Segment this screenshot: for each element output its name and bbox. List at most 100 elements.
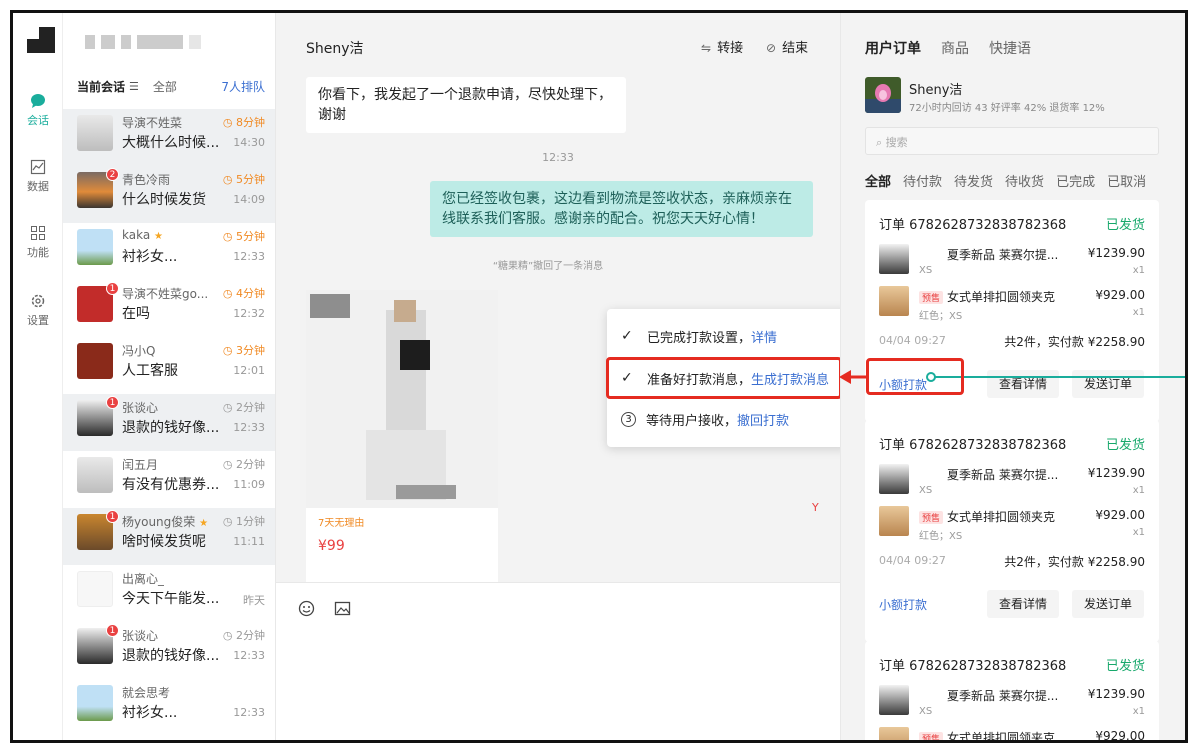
product-sku: XS (919, 265, 933, 276)
revoke-payment-link[interactable]: 撤回打款 (737, 410, 789, 429)
filter-all[interactable]: 全部 (865, 171, 891, 190)
transfer-icon: ⇋ (701, 41, 712, 55)
gear-icon (31, 294, 45, 308)
view-details-button[interactable]: 查看详情 (987, 370, 1059, 398)
nav-label: 会话 (27, 114, 49, 127)
nav-label: 数据 (27, 180, 49, 193)
conversation-item[interactable]: kaka ★ ◷ 5分钟 衬衫女... 12:33 (63, 223, 275, 280)
order-total: 共2件，实付款 ¥2258.90 (1004, 335, 1145, 349)
panel-tabs: 用户订单 商品 快捷语 (865, 38, 1031, 58)
app-logo (27, 27, 55, 53)
small-payment-button[interactable]: 小额打款 (879, 596, 927, 613)
order-line-item: 夏季新品 莱赛尔提... XS ¥1239.90 x1 (879, 464, 1145, 504)
conversation-item[interactable]: 2 青色冷雨 ◷ 5分钟 什么时候发货 14:09 (63, 166, 275, 223)
message-time: 12:33 (233, 706, 265, 719)
presale-tag: 预售 (919, 511, 944, 524)
nav-item-data[interactable]: 数据 (13, 159, 63, 194)
avatar (77, 571, 113, 607)
tab-user-orders[interactable]: 用户订单 (865, 38, 921, 58)
conversation-item[interactable]: 闰五月 ◷ 2分钟 有没有优惠券... 11:09 (63, 451, 275, 508)
nav-item-functions[interactable]: 功能 (13, 225, 63, 260)
details-link[interactable]: 详情 (751, 327, 777, 346)
conversation-item[interactable]: 就会思考 衬衫女... 12:33 (63, 679, 275, 736)
order-search-input[interactable]: ⌕ 搜索 (865, 127, 1159, 155)
chat-input-area[interactable] (276, 582, 840, 740)
queue-link[interactable]: 7人排队 (221, 78, 265, 95)
product-card[interactable]: 7天无理由 ¥99 (306, 290, 498, 582)
tab-quick-replies[interactable]: 快捷语 (989, 38, 1031, 58)
avatar (77, 229, 113, 265)
product-qty: x1 (1132, 265, 1145, 276)
filter-pending-shipment[interactable]: 待发货 (954, 171, 993, 190)
filter-pending-receipt[interactable]: 待收货 (1005, 171, 1044, 190)
order-line-item: 预售 女式单排扣圆领夹克 红色；XS ¥929.00 x1 (879, 506, 1145, 546)
conversation-item[interactable]: 出离心_ 今天下午能发... 昨天 (63, 565, 275, 622)
filter-cancelled[interactable]: 已取消 (1107, 171, 1146, 190)
conversation-item[interactable]: 1 杨young俊荣 ★ ◷ 1分钟 啥时候发货呢 11:11 (63, 508, 275, 565)
last-message: 衬衫女... (122, 249, 178, 265)
search-icon: ⌕ (876, 136, 886, 149)
unread-badge: 2 (106, 168, 119, 181)
emoji-icon[interactable] (298, 600, 315, 617)
wait-time-text: 5分钟 (236, 173, 265, 186)
product-title-text: 女式单排扣圆领夹克 (947, 510, 1056, 524)
send-order-button[interactable]: 发送订单 (1072, 590, 1144, 618)
last-message: 有没有优惠券... (122, 477, 220, 493)
message-time: 昨天 (243, 594, 265, 607)
wait-time-text: 2分钟 (236, 629, 265, 642)
filter-completed[interactable]: 已完成 (1056, 171, 1095, 190)
tab-products[interactable]: 商品 (941, 38, 969, 58)
last-message: 退款的钱好像... (122, 420, 220, 436)
product-price: ¥1239.90 (1087, 246, 1145, 260)
nav-label: 设置 (27, 314, 49, 327)
clock-icon: ◷ (222, 515, 236, 528)
wait-time-text: 2分钟 (236, 401, 265, 414)
image-icon[interactable] (334, 600, 351, 617)
conversation-list: 导演不姓菜 ◷ 8分钟 大概什么时候... 14:30 2 青色冷雨 ◷ 5分钟 什么时候发货… (63, 109, 275, 736)
order-line-item: 预售 女式单排扣圆领夹克 红色；XS ¥929.00 x1 (879, 286, 1145, 326)
wait-time-text: 4分钟 (236, 287, 265, 300)
product-title: 预售 女式单排扣圆领夹克 (919, 729, 1055, 740)
last-message: 什么时候发货 (122, 192, 206, 208)
clock-icon: ◷ (222, 629, 236, 642)
send-order-button[interactable]: 发送订单 (1072, 370, 1144, 398)
view-details-button[interactable]: 查看详情 (987, 590, 1059, 618)
wait-time: ◷ 8分钟 (223, 114, 265, 130)
end-button[interactable]: ⊘ 结束 (766, 37, 808, 56)
filter-pending-payment[interactable]: 待付款 (903, 171, 942, 190)
nav-label: 功能 (27, 246, 49, 259)
conversation-item[interactable]: 1 张谈心 ◷ 2分钟 退款的钱好像... 12:33 (63, 622, 275, 679)
wait-time: ◷ 4分钟 (223, 285, 265, 301)
conversation-item[interactable]: 1 张谈心 ◷ 2分钟 退款的钱好像... 12:33 (63, 394, 275, 451)
filter-icon[interactable]: ☰ (129, 80, 139, 93)
current-sessions-tab[interactable]: 当前会话 (77, 78, 125, 95)
wait-time: ◷ 3分钟 (223, 342, 265, 358)
contact-name: 闰五月 (122, 456, 158, 473)
user-avatar (865, 77, 901, 113)
product-title: 预售 女式单排扣圆领夹克 (919, 288, 1055, 305)
presale-tag: 预售 (919, 732, 944, 740)
clock-icon: ◷ (222, 401, 236, 414)
nav-item-chat[interactable]: 会话 (13, 93, 63, 128)
contact-name: 杨young俊荣 ★ (122, 513, 208, 530)
all-sessions-tab[interactable]: 全部 (153, 78, 177, 95)
contact-name-text: 张谈心 (122, 629, 159, 643)
left-nav: 会话 数据 功能 设置 (13, 13, 63, 740)
conversation-item[interactable]: 导演不姓菜 ◷ 8分钟 大概什么时候... 14:30 (63, 109, 275, 166)
account-bar (85, 35, 201, 53)
nav-item-settings[interactable]: 设置 (13, 293, 63, 328)
wait-time: ◷ 2分钟 (223, 456, 265, 472)
message-time: 12:32 (233, 307, 265, 320)
conversation-item[interactable]: 冯小Q ◷ 3分钟 人工客服 12:01 (63, 337, 275, 394)
product-sku: XS (919, 485, 933, 496)
contact-name-text: 青色冷雨 (122, 173, 171, 187)
conversation-panel: 当前会话 ☰ 全部 7人排队 导演不姓菜 ◷ 8分钟 大概什么时候... 14:30 2… (63, 13, 276, 740)
conversation-header: 当前会话 ☰ 全部 7人排队 (77, 77, 265, 95)
last-message: 大概什么时候... (122, 135, 220, 151)
contact-name: 导演不姓菜 (122, 114, 182, 131)
transfer-button[interactable]: ⇋ 转接 (701, 37, 743, 56)
transfer-label: 转接 (717, 41, 744, 56)
contact-name-text: 出离心_ (122, 572, 165, 586)
wait-time-text: 2分钟 (236, 458, 265, 471)
conversation-item[interactable]: 1 导演不姓菜go... ◷ 4分钟 在吗 12:32 (63, 280, 275, 337)
